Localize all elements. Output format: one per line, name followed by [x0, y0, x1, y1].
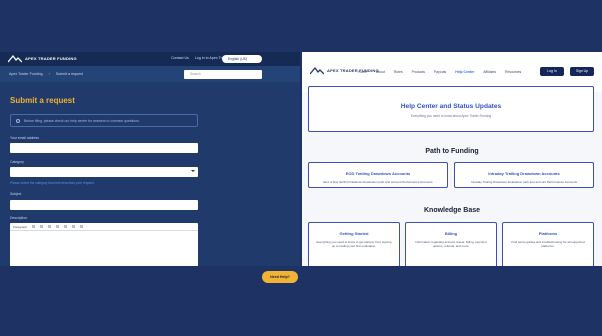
card-billing[interactable]: Billing Information regarding account re… — [405, 222, 497, 266]
card-description: Intraday Trailing Drawdown Evaluation pa… — [470, 180, 578, 184]
hero-subtitle: Everything you need to know about Apex T… — [410, 114, 492, 118]
card-getting-started[interactable]: Getting Started Everything you need to k… — [308, 222, 400, 266]
category-select[interactable] — [10, 167, 198, 177]
nav-payouts[interactable]: Payouts — [434, 70, 446, 74]
info-icon — [16, 118, 20, 123]
card-platforms[interactable]: Platforms Find setup guides and troubles… — [502, 222, 594, 266]
card-description: Find setup guides and troubleshooting fo… — [511, 240, 585, 248]
chevron-down-icon — [191, 170, 195, 172]
help-center-panel: APEX TRADER FUNDING Home About Rules Pro… — [302, 52, 602, 266]
hero-title: Help Center and Status Updates — [400, 103, 502, 110]
request-form-panel: APEX TRADER FUNDING Contact Us Log in to… — [0, 52, 300, 266]
category-hint: Please select the category that best des… — [10, 181, 95, 185]
underline-icon[interactable] — [48, 225, 52, 228]
need-help-button[interactable]: Need Help? — [262, 271, 298, 283]
subject-field[interactable] — [10, 200, 198, 210]
description-editor[interactable]: Paragraph — [10, 223, 198, 266]
nav-contact[interactable]: Contact Us — [171, 56, 189, 60]
card-description: Information regarding account resets, bi… — [415, 240, 487, 248]
list-icon[interactable] — [64, 225, 68, 228]
nav-help-center[interactable]: Help Center — [455, 70, 474, 74]
card-description: Everything you need to know to get start… — [316, 240, 392, 248]
left-breadcrumb: Apex Trader Funding › Submit a request S… — [0, 66, 300, 82]
nav-resources[interactable]: Resources — [505, 70, 521, 74]
category-label: Category — [10, 160, 24, 164]
image-icon[interactable] — [72, 225, 76, 228]
main-nav: Home About Rules Products Payouts Help C… — [358, 70, 521, 74]
path-to-funding-heading: Path to Funding — [425, 148, 479, 155]
knowledge-base-heading: Knowledge Base — [423, 207, 480, 214]
link-icon[interactable] — [56, 225, 60, 228]
language-selector[interactable]: English (US) — [222, 55, 262, 63]
code-icon[interactable] — [80, 225, 84, 228]
signup-button[interactable]: Sign Up — [570, 67, 594, 76]
email-label: Your email address — [10, 136, 39, 140]
editor-toolbar: Paragraph — [10, 223, 198, 231]
nav-rules[interactable]: Rules — [394, 70, 403, 74]
subject-label: Subject — [10, 192, 22, 196]
card-intraday-accounts[interactable]: Intraday Trailing Drawdown Accounts Intr… — [454, 162, 594, 188]
bold-icon[interactable] — [32, 225, 36, 228]
hero-banner: Help Center and Status Updates Everythin… — [308, 86, 594, 132]
breadcrumb-current[interactable]: Submit a request — [56, 72, 83, 76]
card-title: Platforms — [538, 231, 558, 236]
email-field[interactable] — [10, 143, 198, 153]
brand-logo-icon — [8, 55, 22, 63]
search-input[interactable]: Search — [184, 70, 262, 79]
card-title: Getting Started — [339, 231, 369, 236]
info-notice: Before filing, please check our help cen… — [10, 114, 198, 127]
italic-icon[interactable] — [40, 225, 44, 228]
page-title: Submit a request — [10, 96, 75, 105]
editor-format-select[interactable]: Paragraph — [13, 225, 27, 229]
card-title: EOD Trailing Drawdown Accounts — [345, 171, 411, 176]
card-title: Intraday Trailing Drawdown Accounts — [488, 171, 560, 176]
description-label: Description — [10, 216, 27, 220]
breadcrumb-separator: › — [48, 72, 50, 76]
notice-text: Before filing, please check our help cen… — [24, 118, 140, 123]
card-title: Billing — [444, 231, 458, 236]
nav-products[interactable]: Products — [412, 70, 425, 74]
card-eod-accounts[interactable]: EOD Trailing Drawdown Accounts End of Da… — [308, 162, 448, 188]
left-logo[interactable]: APEX TRADER FUNDING — [8, 55, 77, 63]
brand-logo-icon — [310, 67, 324, 75]
left-brand-text: APEX TRADER FUNDING — [25, 56, 77, 61]
login-button[interactable]: Log In — [540, 67, 564, 76]
nav-home[interactable]: Home — [358, 70, 367, 74]
nav-affiliates[interactable]: Affiliates — [483, 70, 496, 74]
card-description: End of Day (EOD) Drawdown Evaluation pat… — [323, 180, 433, 184]
breadcrumb-home[interactable]: Apex Trader Funding — [9, 72, 43, 76]
nav-about[interactable]: About — [376, 70, 385, 74]
